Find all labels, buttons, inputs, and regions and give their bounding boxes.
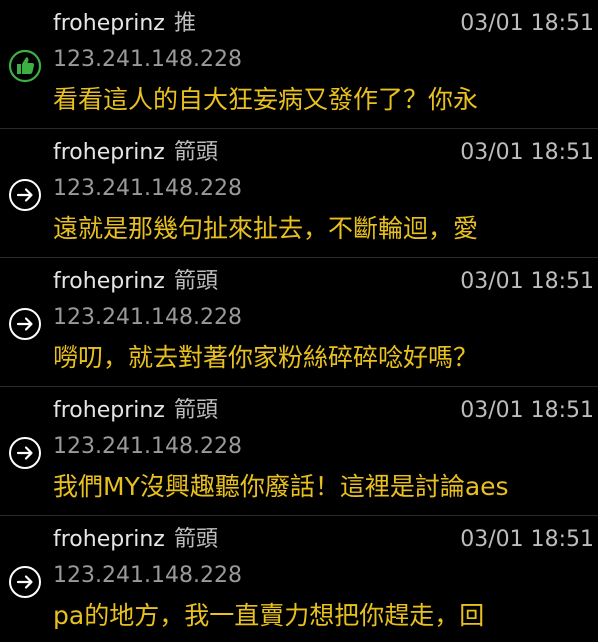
- arrow-right-circle-icon[interactable]: [8, 565, 42, 599]
- ip-address: 123.241.148.228: [53, 47, 242, 72]
- comment-tag: 箭頭: [174, 140, 219, 165]
- comment-item: froheprinz 箭頭 03/01 18:51 123.241.148.22…: [0, 128, 598, 255]
- username[interactable]: froheprinz: [53, 526, 165, 554]
- comment-tag: 推: [174, 11, 197, 36]
- comment-text: 遠就是那幾句扯來扯去，不斷輪迴，愛: [53, 214, 479, 243]
- ip-address: 123.241.148.228: [53, 563, 242, 588]
- thumbs-up-icon[interactable]: [8, 49, 42, 83]
- comment-text: pa的地方，我一直賣力想把你趕走，回: [53, 601, 485, 630]
- comment-item: froheprinz 箭頭 03/01 18:51 123.241.148.22…: [0, 386, 598, 513]
- timestamp: 03/01 18:51: [460, 269, 594, 294]
- comment-item: froheprinz 箭頭 03/01 18:51 123.241.148.22…: [0, 257, 598, 384]
- comment-tag: 箭頭: [174, 269, 219, 294]
- comment-text: 我們MY沒興趣聽你廢話！這裡是討論aes: [53, 472, 509, 501]
- comment-tag: 箭頭: [174, 527, 219, 552]
- comment-item: froheprinz 箭頭 03/01 18:51 123.241.148.22…: [0, 515, 598, 642]
- ip-address: 123.241.148.228: [53, 176, 242, 201]
- timestamp: 03/01 18:51: [460, 398, 594, 423]
- timestamp: 03/01 18:51: [460, 527, 594, 552]
- comment-text: 嘮叨，就去對著你家粉絲碎碎唸好嗎？: [53, 343, 479, 372]
- username[interactable]: froheprinz: [53, 10, 165, 38]
- arrow-right-circle-icon[interactable]: [8, 436, 42, 470]
- username[interactable]: froheprinz: [53, 397, 165, 425]
- ip-address: 123.241.148.228: [53, 305, 242, 330]
- arrow-right-circle-icon[interactable]: [8, 178, 42, 212]
- ip-address: 123.241.148.228: [53, 434, 242, 459]
- arrow-right-circle-icon[interactable]: [8, 307, 42, 341]
- timestamp: 03/01 18:51: [460, 140, 594, 165]
- username[interactable]: froheprinz: [53, 139, 165, 167]
- username[interactable]: froheprinz: [53, 268, 165, 296]
- comment-tag: 箭頭: [174, 398, 219, 423]
- comment-text: 看看這人的自大狂妄病又發作了？你永: [53, 85, 479, 114]
- timestamp: 03/01 18:51: [460, 11, 594, 36]
- comment-item: froheprinz 推 03/01 18:51 123.241.148.228…: [0, 0, 598, 126]
